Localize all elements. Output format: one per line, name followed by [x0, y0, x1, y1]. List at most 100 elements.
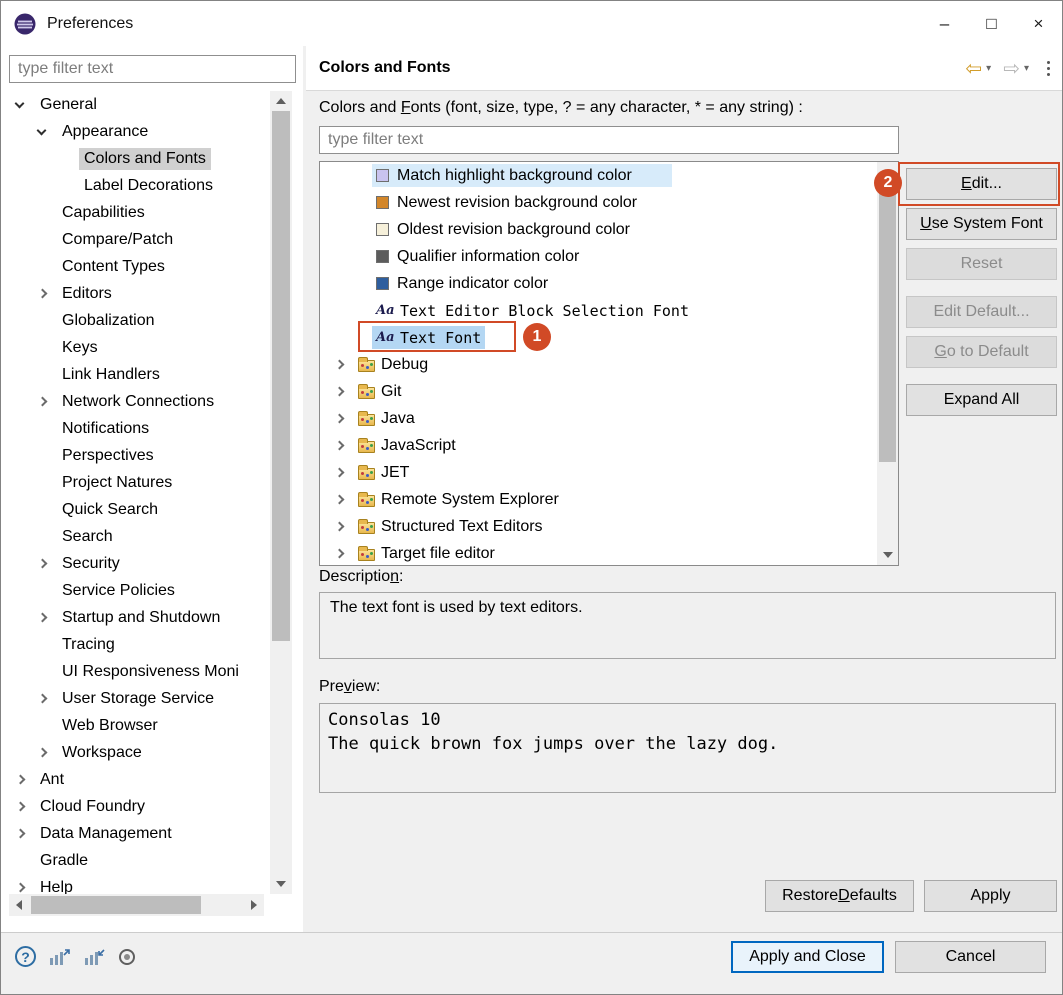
tree-item-content-types[interactable]: Content Types: [1, 253, 270, 280]
chevron-right-icon[interactable]: [35, 695, 57, 702]
tree-filter-input[interactable]: [9, 55, 296, 83]
chevron-right-icon[interactable]: [332, 415, 354, 422]
edit-button[interactable]: Edit...: [906, 168, 1057, 200]
tree-item-label-decorations[interactable]: Label Decorations: [1, 172, 270, 199]
tree-item-gradle[interactable]: Gradle: [1, 847, 270, 874]
expand-all-button[interactable]: Expand All: [906, 384, 1057, 416]
tree-horizontal-scrollbar[interactable]: [9, 894, 264, 916]
tree-item-project-natures[interactable]: Project Natures: [1, 469, 270, 496]
minimize-button[interactable]: –: [921, 1, 968, 46]
tree-item-capabilities[interactable]: Capabilities: [1, 199, 270, 226]
tree-item-editors[interactable]: Editors: [1, 280, 270, 307]
tree-item-link-handlers[interactable]: Link Handlers: [1, 361, 270, 388]
forward-icon[interactable]: ⇨: [1003, 59, 1020, 79]
chevron-right-icon[interactable]: [13, 830, 35, 837]
list-item-debug[interactable]: Debug: [320, 351, 877, 378]
chevron-right-icon[interactable]: [13, 803, 35, 810]
apply-button[interactable]: Apply: [924, 880, 1057, 912]
tree-item-appearance[interactable]: Appearance: [1, 118, 270, 145]
forward-history-icon[interactable]: ▾: [1024, 63, 1029, 74]
tree-item-quick-search[interactable]: Quick Search: [1, 496, 270, 523]
scrollbar-track[interactable]: [29, 894, 244, 916]
help-icon[interactable]: ?: [15, 946, 36, 967]
list-item-java[interactable]: Java: [320, 405, 877, 432]
restore-defaults-button[interactable]: Restore Defaults: [765, 880, 914, 912]
list-item-newest-revision-background-color[interactable]: Newest revision background color: [320, 189, 877, 216]
chevron-right-icon[interactable]: [332, 442, 354, 449]
scroll-down-icon[interactable]: [270, 874, 292, 894]
tree-item-perspectives[interactable]: Perspectives: [1, 442, 270, 469]
tree-item-colors-and-fonts[interactable]: Colors and Fonts: [1, 145, 270, 172]
apply-and-close-button[interactable]: Apply and Close: [731, 941, 884, 973]
tree-item-help[interactable]: Help: [1, 874, 270, 894]
list-vertical-scrollbar[interactable]: [877, 162, 898, 565]
list-item-remote-system-explorer[interactable]: Remote System Explorer: [320, 486, 877, 513]
tree-item-ui-responsiveness-moni[interactable]: UI Responsiveness Moni: [1, 658, 270, 685]
close-button[interactable]: ×: [1015, 1, 1062, 46]
cancel-button[interactable]: Cancel: [895, 941, 1046, 973]
scrollbar-thumb[interactable]: [272, 111, 290, 641]
chevron-down-icon[interactable]: [13, 103, 35, 107]
chevron-right-icon[interactable]: [13, 884, 35, 891]
tree-item-keys[interactable]: Keys: [1, 334, 270, 361]
tree-item-tracing[interactable]: Tracing: [1, 631, 270, 658]
list-item-javascript[interactable]: JavaScript: [320, 432, 877, 459]
tree-item-security[interactable]: Security: [1, 550, 270, 577]
tree-item-web-browser[interactable]: Web Browser: [1, 712, 270, 739]
chevron-right-icon[interactable]: [332, 469, 354, 476]
scrollbar-thumb[interactable]: [31, 896, 201, 914]
maximize-button[interactable]: □: [968, 1, 1015, 46]
list-item-target-file-editor[interactable]: Target file editor: [320, 540, 877, 565]
tree-item-service-policies[interactable]: Service Policies: [1, 577, 270, 604]
use-system-font-button[interactable]: Use System Font: [906, 208, 1057, 240]
view-menu-icon[interactable]: [1045, 59, 1052, 78]
list-item-qualifier-information-color[interactable]: Qualifier information color: [320, 243, 877, 270]
scrollbar-track[interactable]: [270, 111, 292, 874]
tree-item-globalization[interactable]: Globalization: [1, 307, 270, 334]
chevron-right-icon[interactable]: [35, 560, 57, 567]
tree-item-notifications[interactable]: Notifications: [1, 415, 270, 442]
export-preferences-icon[interactable]: [49, 948, 71, 966]
chevron-down-icon[interactable]: [35, 130, 57, 134]
tree-item-general[interactable]: General: [1, 91, 270, 118]
chevron-right-icon[interactable]: [332, 496, 354, 503]
scrollbar-thumb[interactable]: [879, 182, 896, 462]
tree-item-search[interactable]: Search: [1, 523, 270, 550]
chevron-right-icon[interactable]: [35, 614, 57, 621]
list-item-structured-text-editors[interactable]: Structured Text Editors: [320, 513, 877, 540]
list-item-text-font[interactable]: Text Font: [320, 324, 877, 351]
back-history-icon[interactable]: ▾: [986, 63, 991, 74]
chevron-right-icon[interactable]: [35, 290, 57, 297]
tree-item-data-management[interactable]: Data Management: [1, 820, 270, 847]
scroll-right-icon[interactable]: [244, 894, 264, 916]
scroll-down-icon[interactable]: [877, 545, 898, 565]
scroll-up-icon[interactable]: [270, 91, 292, 111]
record-preferences-icon[interactable]: [119, 949, 135, 965]
chevron-right-icon[interactable]: [332, 388, 354, 395]
chevron-right-icon[interactable]: [332, 523, 354, 530]
list-item-match-highlight-background-color[interactable]: Match highlight background color: [320, 162, 877, 189]
chevron-right-icon[interactable]: [35, 398, 57, 405]
tree-item-network-connections[interactable]: Network Connections: [1, 388, 270, 415]
chevron-right-icon[interactable]: [332, 550, 354, 557]
chevron-right-icon[interactable]: [35, 749, 57, 756]
chevron-right-icon[interactable]: [13, 776, 35, 783]
scrollbar-track[interactable]: [877, 182, 898, 545]
list-item-range-indicator-color[interactable]: Range indicator color: [320, 270, 877, 297]
import-preferences-icon[interactable]: [84, 948, 106, 966]
back-icon[interactable]: ⇦: [965, 59, 982, 79]
list-item-git[interactable]: Git: [320, 378, 877, 405]
tree-item-startup-and-shutdown[interactable]: Startup and Shutdown: [1, 604, 270, 631]
tree-item-workspace[interactable]: Workspace: [1, 739, 270, 766]
tree-item-ant[interactable]: Ant: [1, 766, 270, 793]
list-item-text-editor-block-selection-font[interactable]: Text Editor Block Selection Font: [320, 297, 877, 324]
chevron-right-icon[interactable]: [332, 361, 354, 368]
tree-item-user-storage-service[interactable]: User Storage Service: [1, 685, 270, 712]
list-item-jet[interactable]: JET: [320, 459, 877, 486]
list-item-oldest-revision-background-color[interactable]: Oldest revision background color: [320, 216, 877, 243]
list-filter-input[interactable]: [319, 126, 899, 154]
tree-vertical-scrollbar[interactable]: [270, 91, 292, 894]
tree-item-cloud-foundry[interactable]: Cloud Foundry: [1, 793, 270, 820]
scroll-left-icon[interactable]: [9, 894, 29, 916]
tree-item-compare-patch[interactable]: Compare/Patch: [1, 226, 270, 253]
